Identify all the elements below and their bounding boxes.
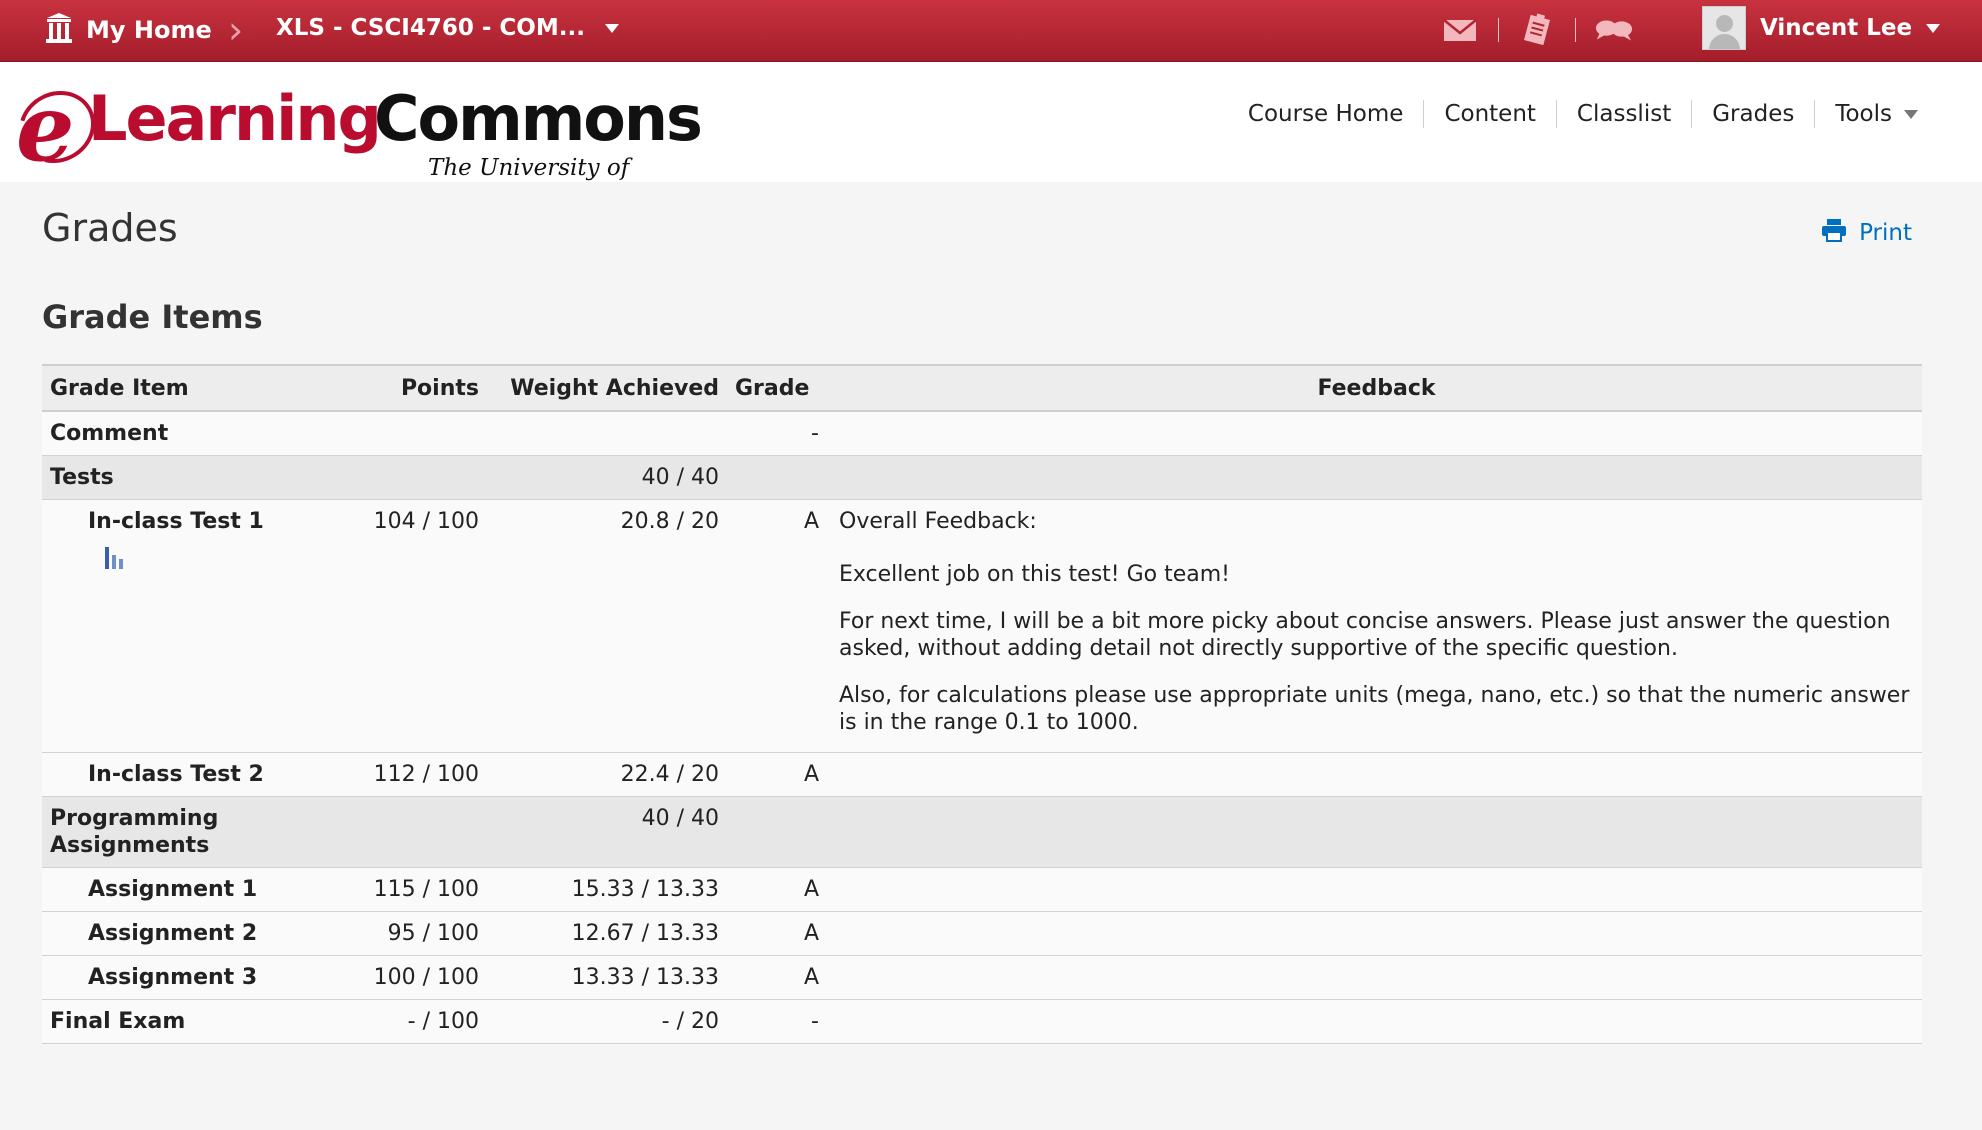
row-weight: 12.67 / 13.33 — [487, 911, 727, 956]
home-icon — [44, 12, 74, 48]
category-label: Tests — [42, 455, 322, 500]
table-row: Assignment 2 95 / 100 12.67 / 13.33 A — [42, 911, 1922, 956]
category-label: Programming Assignments — [42, 796, 322, 868]
row-weight: 22.4 / 20 — [487, 752, 727, 797]
category-row: Programming Assignments 40 / 40 — [42, 796, 1922, 868]
print-button[interactable]: Print — [1821, 218, 1912, 248]
row-grade: A — [727, 911, 831, 956]
header-weight: Weight Achieved — [487, 364, 727, 412]
nav-content[interactable]: Content — [1424, 101, 1555, 127]
row-label: Final Exam — [42, 999, 322, 1044]
logo-learning: Learning — [88, 82, 382, 155]
row-points: 104 / 100 — [322, 499, 487, 753]
row-label: In-class Test 1 — [88, 509, 264, 534]
row-points: 115 / 100 — [322, 867, 487, 912]
table-row: Assignment 1 115 / 100 15.33 / 13.33 A — [42, 867, 1922, 912]
row-grade: A — [727, 867, 831, 912]
divider — [1498, 18, 1499, 42]
row-weight: 13.33 / 13.33 — [487, 955, 727, 1000]
course-nav: Course Home Content Classlist Grades Too… — [1228, 100, 1938, 128]
row-grade: A — [727, 499, 831, 753]
row-grade: - — [727, 999, 831, 1044]
chat-icon[interactable] — [1594, 12, 1634, 48]
divider — [1575, 18, 1576, 42]
logo-e: e — [16, 74, 75, 182]
category-weight: 40 / 40 — [487, 455, 727, 500]
mail-icon[interactable] — [1440, 12, 1480, 48]
logo-commons: Commons — [374, 82, 703, 155]
row-label: In-class Test 2 — [42, 752, 322, 797]
row-points: - / 100 — [322, 999, 487, 1044]
table-row: Final Exam - / 100 - / 20 - — [42, 999, 1922, 1044]
feedback-paragraph: Also, for calculations please use approp… — [839, 683, 1910, 735]
nav-tools[interactable]: Tools — [1815, 101, 1938, 127]
row-feedback: Overall Feedback: Excellent job on this … — [831, 499, 1922, 753]
header-grade: Grade — [727, 364, 831, 412]
row-label-cell: In-class Test 1 — [42, 499, 322, 753]
table-row: In-class Test 2 112 / 100 22.4 / 20 A — [42, 752, 1922, 797]
main-content: Grades Print Grade Items Grade Item Poin… — [0, 182, 1982, 1130]
chevron-down-icon — [1904, 109, 1918, 119]
row-weight: 15.33 / 13.33 — [487, 867, 727, 912]
row-grade: - — [727, 411, 831, 456]
category-row: Tests 40 / 40 — [42, 455, 1922, 500]
top-bar: My Home › XLS - CSCI4760 - COM... Vincen… — [0, 0, 1982, 62]
nav-tools-label: Tools — [1835, 101, 1892, 127]
table-row: Assignment 3 100 / 100 13.33 / 13.33 A — [42, 955, 1922, 1000]
row-label: Assignment 2 — [42, 911, 322, 956]
header-grade-item: Grade Item — [42, 364, 322, 412]
print-label: Print — [1859, 220, 1912, 246]
grades-table: Grade Item Points Weight Achieved Grade … — [42, 364, 1922, 1044]
row-weight: - / 20 — [487, 999, 727, 1044]
breadcrumb-chevron-icon: › — [228, 8, 244, 52]
nav-grades[interactable]: Grades — [1692, 101, 1814, 127]
chevron-down-icon — [1926, 23, 1941, 33]
row-grade: A — [727, 752, 831, 797]
feedback-paragraph: For next time, I will be a bit more pick… — [839, 609, 1891, 661]
course-label: XLS - CSCI4760 - COM... — [276, 15, 585, 41]
row-points: 112 / 100 — [322, 752, 487, 797]
chevron-down-icon — [604, 23, 619, 33]
table-row: In-class Test 1 104 / 100 20.8 / 20 A Ov… — [42, 499, 1922, 753]
nav-classlist[interactable]: Classlist — [1557, 101, 1691, 127]
header-points: Points — [322, 364, 487, 412]
table-row: Comment - — [42, 411, 1922, 456]
printer-icon — [1821, 218, 1847, 248]
my-home-link[interactable]: My Home — [44, 12, 212, 48]
header-feedback: Feedback — [831, 364, 1922, 412]
site-header: e Learning Commons The University of Geo… — [0, 62, 1982, 207]
statistics-icon[interactable] — [104, 545, 126, 576]
avatar — [1702, 6, 1746, 50]
page-title: Grades — [42, 206, 178, 250]
my-home-label: My Home — [86, 16, 212, 44]
section-title: Grade Items — [42, 298, 263, 336]
table-header-row: Grade Item Points Weight Achieved Grade … — [42, 364, 1922, 412]
row-points: 100 / 100 — [322, 955, 487, 1000]
category-weight: 40 / 40 — [487, 796, 727, 868]
row-weight: 20.8 / 20 — [487, 499, 727, 753]
elearning-commons-logo[interactable]: e Learning Commons The University of Geo… — [5, 74, 703, 207]
notes-icon[interactable] — [1517, 12, 1557, 48]
row-points: 95 / 100 — [322, 911, 487, 956]
user-name: Vincent Lee — [1760, 15, 1913, 41]
user-menu[interactable]: Vincent Lee — [1702, 6, 1941, 50]
row-label: Comment — [42, 411, 322, 456]
nav-course-home[interactable]: Course Home — [1228, 101, 1424, 127]
row-grade: A — [727, 955, 831, 1000]
course-selector[interactable]: XLS - CSCI4760 - COM... — [276, 15, 619, 41]
feedback-heading: Overall Feedback: — [839, 509, 1037, 534]
row-label: Assignment 1 — [42, 867, 322, 912]
topbar-icons — [1440, 12, 1634, 48]
row-label: Assignment 3 — [42, 955, 322, 1000]
feedback-paragraph: Excellent job on this test! Go team! — [839, 562, 1231, 587]
